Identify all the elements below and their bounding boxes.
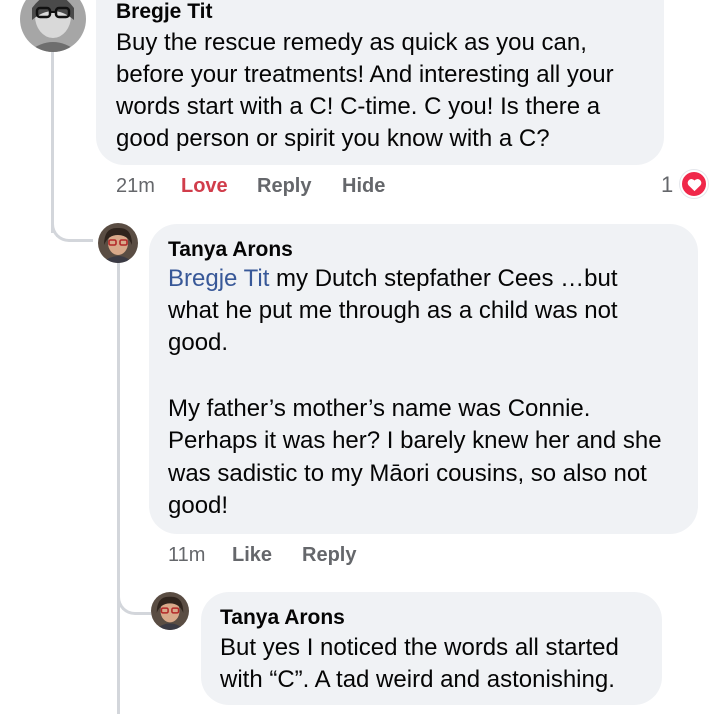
avatar-tanya-2[interactable] <box>151 592 189 630</box>
mention-link[interactable]: Bregje Tit <box>168 265 269 292</box>
comment-line-3: words start with a C! C-time. C you! Is … <box>116 93 601 120</box>
comment-line-1: Buy the rescue remedy as quick as you ca… <box>116 29 587 56</box>
heart-icon[interactable] <box>680 170 708 198</box>
reply-line-6: was sadistic to my Māori cousins, so als… <box>168 460 647 487</box>
comment-line-4: good person or spirit you know with a C? <box>116 125 550 152</box>
reply-line-1: Bregje Tit my Dutch stepfather Cees …but <box>168 263 618 296</box>
comment-timestamp[interactable]: 21m <box>116 175 155 198</box>
love-button[interactable]: Love <box>181 175 228 198</box>
reply-line-5: Perhaps it was her? I barely knew her an… <box>168 427 662 454</box>
reply-line-7: good! <box>168 492 229 519</box>
reply-timestamp[interactable]: 11m <box>168 544 205 567</box>
hide-button[interactable]: Hide <box>342 175 385 198</box>
avatar-tanya-2-image <box>151 592 189 630</box>
reply2-author[interactable]: Tanya Arons <box>220 606 345 630</box>
comment-line-2: before your treatments! And interesting … <box>116 61 614 88</box>
comment-author[interactable]: Bregje Tit <box>116 0 212 24</box>
reply-button-2[interactable]: Reply <box>302 544 356 567</box>
reply-line-1-text: my Dutch stepfather Cees …but <box>269 265 618 292</box>
avatar-bregje[interactable] <box>20 0 86 52</box>
reaction-count[interactable]: 1 <box>661 172 673 198</box>
avatar-tanya[interactable] <box>98 223 138 263</box>
avatar-tanya-image <box>98 223 138 263</box>
thread-curve-reply2 <box>117 575 151 615</box>
thread-curve-reply1 <box>51 200 93 242</box>
heart-glyph-icon <box>687 179 702 192</box>
reply-line-4: My father’s mother’s name was Connie. <box>168 395 591 422</box>
avatar-bregje-image <box>20 0 86 52</box>
reply-line-2: what he put me through as a child was no… <box>168 297 618 324</box>
reply2-line-1: But yes I noticed the words all started <box>220 634 619 661</box>
reply-button[interactable]: Reply <box>257 175 311 198</box>
thread-line-reply1 <box>117 262 120 714</box>
like-button[interactable]: Like <box>232 544 272 567</box>
reply-line-3: good. <box>168 329 229 356</box>
reply-author[interactable]: Tanya Arons <box>168 238 293 262</box>
reply2-line-2: with “C”. A tad weird and astonishing. <box>220 666 615 693</box>
